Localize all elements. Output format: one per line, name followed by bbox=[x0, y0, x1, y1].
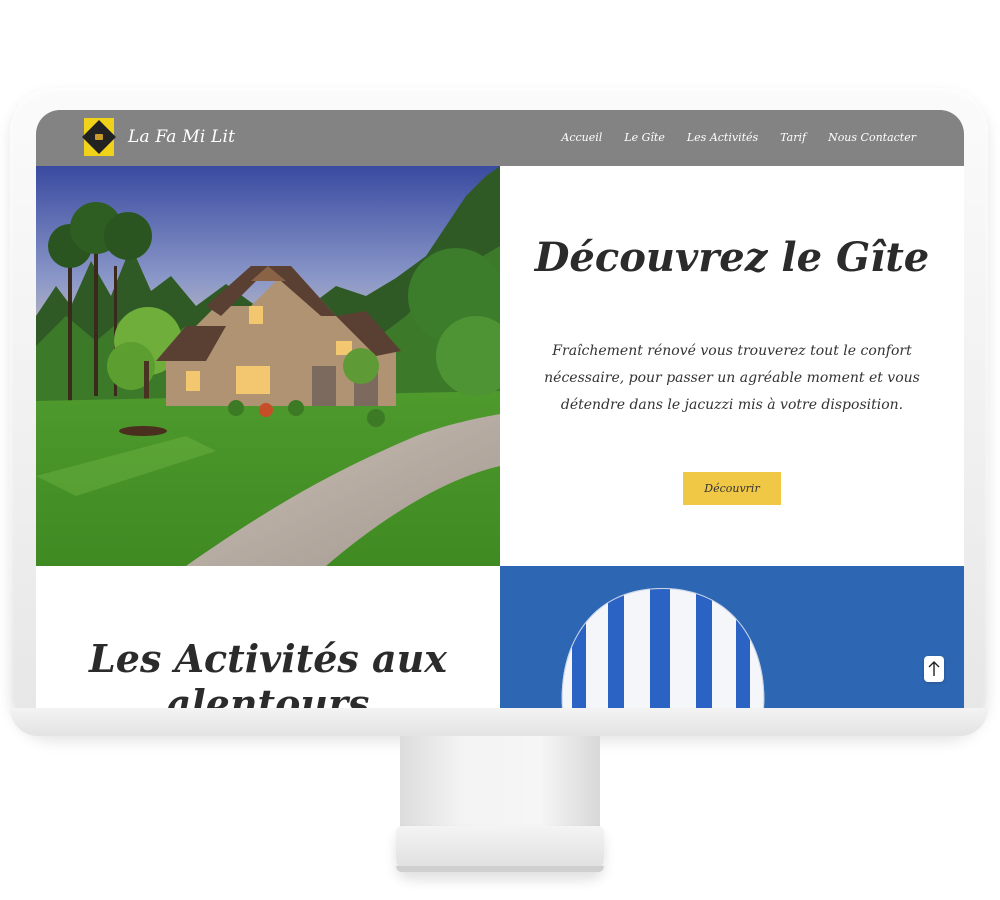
hero-text-panel: Découvrez le Gîte Fraîchement rénové vou… bbox=[500, 166, 964, 566]
hero-title: Découvrez le Gîte bbox=[534, 234, 930, 281]
nav-link-activites[interactable]: Les Activités bbox=[687, 131, 758, 144]
house-illustration bbox=[36, 166, 500, 566]
navbar: La Fa Mi Lit Accueil Le Gîte Les Activit… bbox=[36, 110, 964, 166]
nav-link-accueil[interactable]: Accueil bbox=[561, 131, 602, 144]
nav-link-contact[interactable]: Nous Contacter bbox=[828, 131, 916, 144]
activities-title: Les Activités aux alentours bbox=[89, 636, 447, 708]
hero-description: Fraîchement rénové vous trouverez tout l… bbox=[544, 343, 920, 413]
hero-house-photo bbox=[36, 166, 500, 566]
monitor-stand-neck bbox=[400, 736, 600, 834]
site-logo[interactable] bbox=[82, 118, 116, 156]
activities-panel: Les Activités aux alentours bbox=[36, 566, 500, 708]
monitor-chin bbox=[10, 708, 988, 736]
discover-button[interactable]: Découvrir bbox=[683, 472, 781, 505]
hot-air-balloon-illustration bbox=[561, 588, 765, 708]
balloon-photo bbox=[500, 566, 964, 708]
brand-name[interactable]: La Fa Mi Lit bbox=[128, 127, 235, 147]
nav-links: Accueil Le Gîte Les Activités Tarif Nous… bbox=[561, 131, 916, 144]
scroll-to-top-button[interactable] bbox=[924, 656, 944, 682]
monitor-screen: La Fa Mi Lit Accueil Le Gîte Les Activit… bbox=[36, 110, 964, 708]
nav-link-tarif[interactable]: Tarif bbox=[780, 131, 806, 144]
arrow-up-icon bbox=[928, 661, 940, 676]
monitor-stand-edge bbox=[396, 866, 604, 872]
logo-emblem-icon bbox=[95, 134, 103, 140]
nav-link-le-gite[interactable]: Le Gîte bbox=[624, 131, 665, 144]
